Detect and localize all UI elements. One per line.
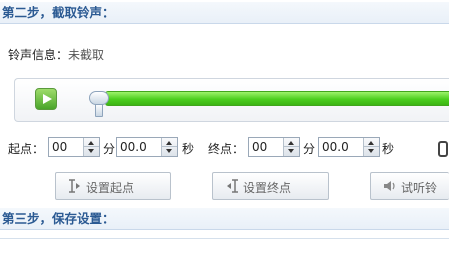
arrow-up-icon[interactable] [288,141,294,145]
arrow-down-icon[interactable] [288,149,294,153]
end-minutes-value: 00 [252,140,268,154]
slider-handle-stem[interactable] [95,103,103,117]
play-button[interactable] [35,88,57,110]
ringtone-info: 铃声信息：未截取 [8,46,104,63]
play-icon [43,94,52,104]
speaker-icon [383,179,397,193]
end-minutes-unit: 分 [303,142,316,156]
set-start-label: 设置起点 [86,181,135,195]
divider [284,146,299,147]
preview-label: 试听铃 [401,181,438,195]
divider [0,238,449,239]
audio-player [14,78,449,122]
end-point-label: 终点： [208,142,245,156]
step2-title: 第二步，截取铃声： [0,2,449,24]
end-seconds-unit: 秒 [382,142,395,156]
arrow-down-icon[interactable] [368,149,374,153]
set-end-label: 设置终点 [243,181,292,195]
end-point-row: 终点： 00 分 00.0 秒 [0,137,449,157]
ringtone-info-value: 未截取 [68,48,105,62]
step3-title: 第三步，保存设置： [0,208,449,230]
end-minutes-arrows[interactable] [283,138,299,156]
set-start-button[interactable]: 设置起点 [55,172,171,200]
arrow-up-icon[interactable] [368,141,374,145]
time-digit-display [437,141,449,157]
set-start-icon [68,179,82,193]
end-seconds-arrows[interactable] [363,138,379,156]
ringtone-info-label: 铃声信息： [8,48,69,62]
set-end-button[interactable]: 设置终点 [212,172,329,200]
end-minutes-stepper[interactable]: 00 [248,137,300,157]
set-end-icon [225,179,239,193]
divider [364,146,379,147]
slider-handle[interactable] [89,91,109,105]
preview-button[interactable]: 试听铃 [370,172,449,200]
progress-track[interactable] [105,91,449,106]
end-seconds-value: 00.0 [322,140,349,154]
end-seconds-stepper[interactable]: 00.0 [318,137,380,157]
